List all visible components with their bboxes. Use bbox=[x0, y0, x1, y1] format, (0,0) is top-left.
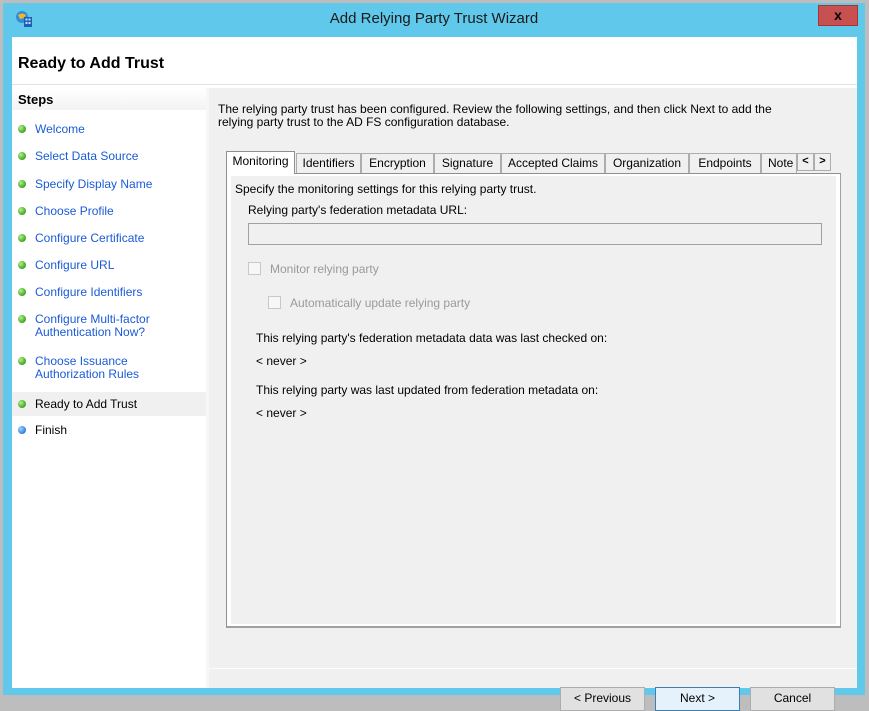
tab-strip: Monitoring Identifiers Encryption Signat… bbox=[226, 151, 841, 174]
step-label: Configure Identifiers bbox=[35, 285, 143, 299]
intro-line-2: relying party trust to the AD FS configu… bbox=[218, 115, 510, 129]
tab-scroll-left-button[interactable]: < bbox=[797, 153, 814, 171]
step-complete-icon bbox=[18, 288, 26, 296]
monitoring-tab-panel: Specify the monitoring settings for this… bbox=[226, 173, 841, 628]
steps-header: Steps bbox=[12, 88, 206, 110]
tab-signature[interactable]: Signature bbox=[434, 153, 501, 173]
step-choose-profile[interactable]: Choose Profile bbox=[12, 201, 206, 221]
metadata-url-field[interactable] bbox=[248, 223, 822, 245]
last-checked-value: < never > bbox=[256, 354, 307, 368]
close-icon: x bbox=[834, 7, 842, 23]
step-configure-mfa[interactable]: Configure Multi-factor Authentication No… bbox=[12, 309, 206, 343]
tab-endpoints[interactable]: Endpoints bbox=[689, 153, 761, 173]
last-checked-label: This relying party's federation metadata… bbox=[256, 331, 608, 345]
last-updated-value: < never > bbox=[256, 406, 307, 420]
tab-encryption[interactable]: Encryption bbox=[361, 153, 434, 173]
step-select-data-source[interactable]: Select Data Source bbox=[12, 146, 206, 166]
step-configure-certificate[interactable]: Configure Certificate bbox=[12, 228, 206, 248]
step-label: Choose Profile bbox=[35, 204, 114, 218]
step-complete-icon bbox=[18, 400, 26, 408]
step-configure-identifiers[interactable]: Configure Identifiers bbox=[12, 282, 206, 302]
page-header: Ready to Add Trust bbox=[12, 37, 857, 85]
metadata-url-label: Relying party's federation metadata URL: bbox=[248, 203, 468, 217]
intro-text: The relying party trust has been configu… bbox=[218, 103, 838, 129]
step-label: Configure Certificate bbox=[35, 231, 145, 245]
monitoring-content: Specify the monitoring settings for this… bbox=[231, 176, 836, 624]
steps-title: Steps bbox=[18, 92, 54, 107]
step-label: Finish bbox=[35, 423, 68, 437]
next-button[interactable]: Next > bbox=[655, 687, 740, 711]
step-label-line2: Authentication Now? bbox=[35, 325, 146, 339]
step-complete-icon bbox=[18, 315, 26, 323]
step-label: Ready to Add Trust bbox=[35, 397, 138, 411]
settings-tabs: Monitoring Identifiers Encryption Signat… bbox=[226, 151, 841, 628]
auto-update-label: Automatically update relying party bbox=[290, 296, 471, 310]
close-button[interactable]: x bbox=[818, 5, 858, 26]
button-bar-divider bbox=[209, 668, 857, 669]
chevron-left-icon: < bbox=[802, 155, 809, 167]
tab-monitoring[interactable]: Monitoring bbox=[226, 151, 295, 174]
monitor-relying-party-label: Monitor relying party bbox=[270, 262, 379, 276]
tab-notes[interactable]: Note bbox=[761, 153, 797, 173]
step-complete-icon bbox=[18, 152, 26, 160]
step-specify-display-name[interactable]: Specify Display Name bbox=[12, 174, 206, 194]
step-label-line1: Choose Issuance bbox=[35, 354, 128, 368]
step-finish[interactable]: Finish bbox=[12, 420, 206, 440]
tab-scroll-right-button[interactable]: > bbox=[814, 153, 831, 171]
monitoring-description: Specify the monitoring settings for this… bbox=[235, 182, 537, 196]
window-title: Add Relying Party Trust Wizard bbox=[329, 10, 539, 27]
step-label-line2: Authorization Rules bbox=[35, 367, 140, 381]
monitor-relying-party-checkbox[interactable] bbox=[248, 262, 261, 275]
wizard-client: Ready to Add Trust Steps Welcome Select … bbox=[12, 37, 857, 711]
step-label: Configure URL bbox=[35, 258, 115, 272]
step-complete-icon bbox=[18, 261, 26, 269]
step-complete-icon bbox=[18, 207, 26, 215]
step-complete-icon bbox=[18, 357, 26, 365]
tab-identifiers[interactable]: Identifiers bbox=[296, 153, 361, 173]
step-label-line1: Configure Multi-factor bbox=[35, 312, 150, 326]
step-complete-icon bbox=[18, 125, 26, 133]
cancel-button[interactable]: Cancel bbox=[750, 687, 835, 711]
step-ready-to-add-trust[interactable]: Ready to Add Trust bbox=[12, 392, 206, 416]
chevron-right-icon: > bbox=[819, 155, 826, 167]
content-panel: The relying party trust has been configu… bbox=[209, 88, 857, 711]
step-complete-icon bbox=[18, 180, 26, 188]
tab-organization[interactable]: Organization bbox=[605, 153, 689, 173]
step-complete-icon bbox=[18, 234, 26, 242]
previous-button[interactable]: < Previous bbox=[560, 687, 645, 711]
step-choose-issuance-rules[interactable]: Choose Issuance Authorization Rules bbox=[12, 351, 206, 385]
step-configure-url[interactable]: Configure URL bbox=[12, 255, 206, 275]
step-label: Specify Display Name bbox=[35, 177, 153, 191]
wizard-window: Add Relying Party Trust Wizard x Ready t… bbox=[3, 3, 865, 711]
step-welcome[interactable]: Welcome bbox=[12, 119, 206, 139]
last-updated-label: This relying party was last updated from… bbox=[256, 383, 599, 397]
steps-panel: Steps Welcome Select Data Source Specify… bbox=[12, 88, 206, 688]
auto-update-checkbox[interactable] bbox=[268, 296, 281, 309]
step-label: Welcome bbox=[35, 122, 85, 136]
title-bar[interactable]: Add Relying Party Trust Wizard x bbox=[3, 3, 865, 37]
step-label: Select Data Source bbox=[35, 149, 139, 163]
step-pending-icon bbox=[18, 426, 26, 434]
tab-accepted-claims[interactable]: Accepted Claims bbox=[501, 153, 605, 173]
page-title: Ready to Add Trust bbox=[18, 55, 165, 72]
